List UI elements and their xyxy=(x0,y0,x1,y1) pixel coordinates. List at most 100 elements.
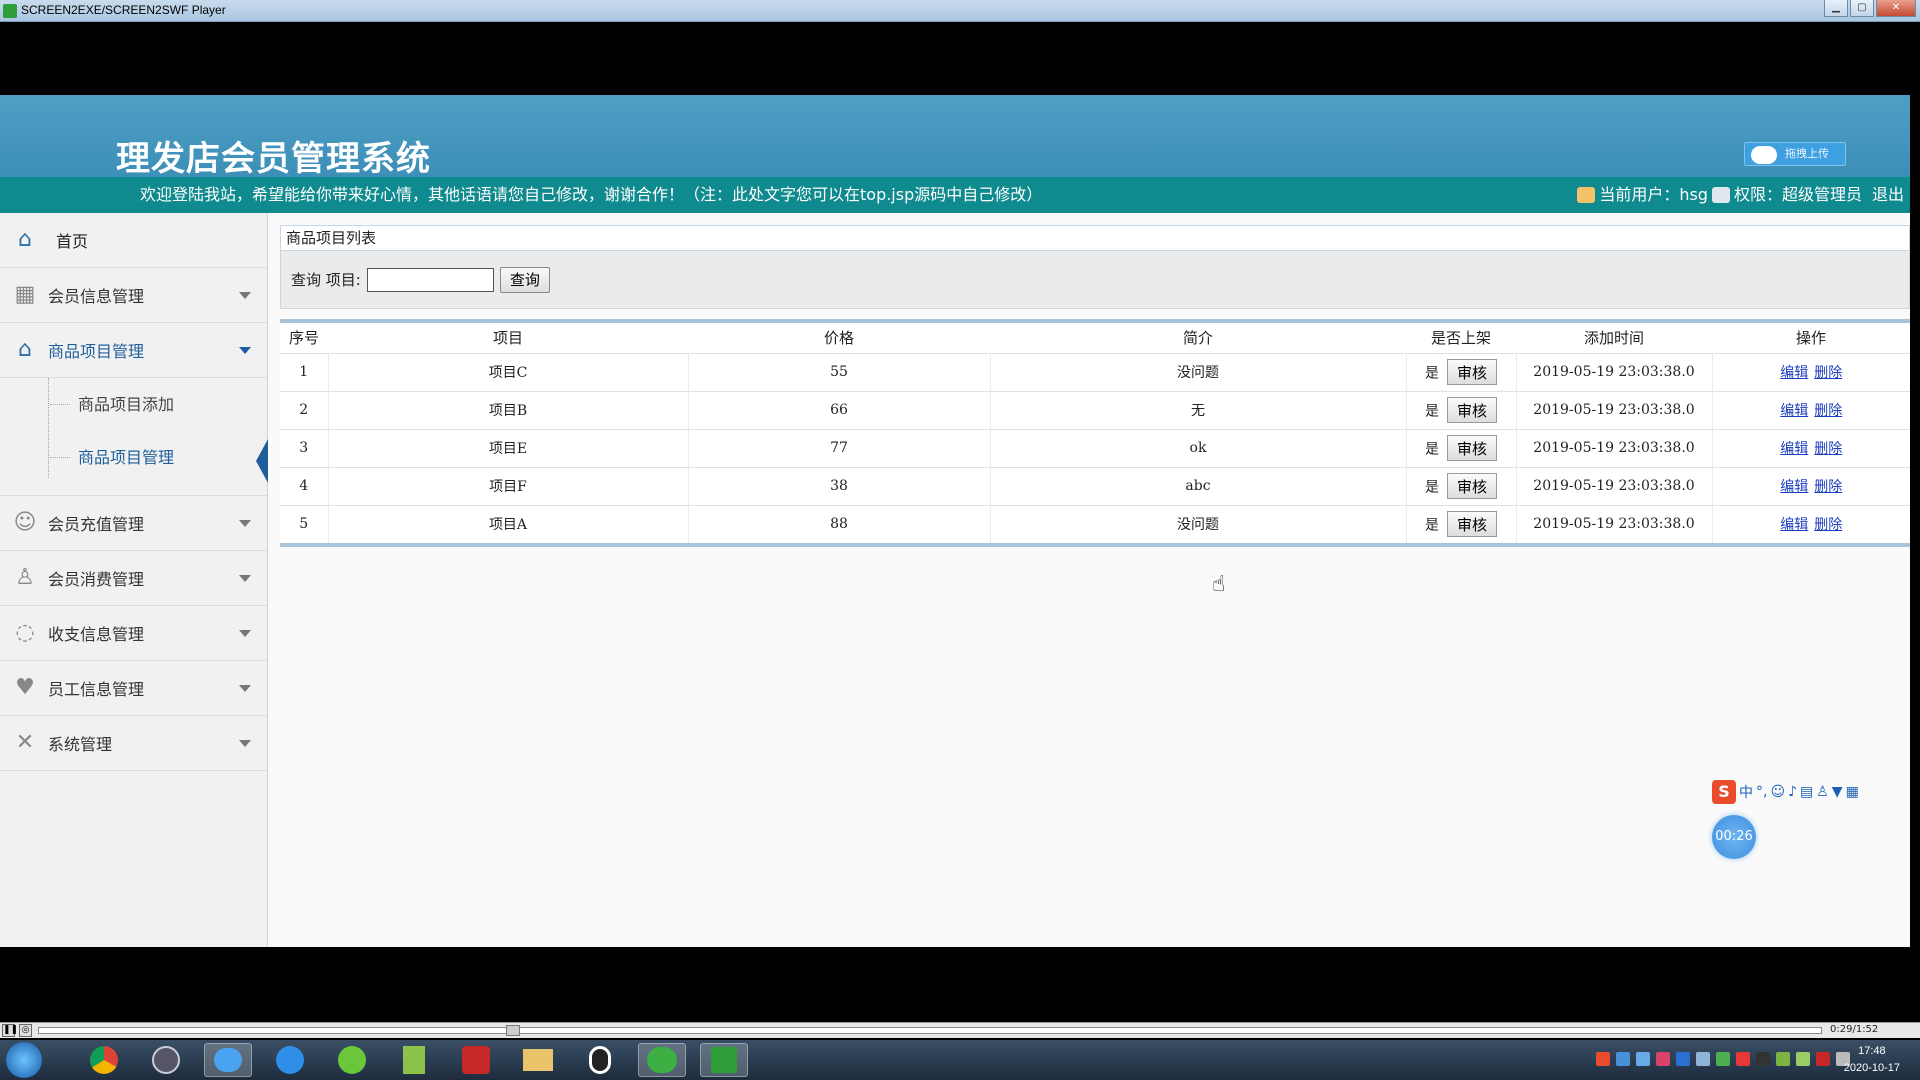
table-row: 5 项目A 88 没问题 是审核 2019-05-19 23:03:38.0 编… xyxy=(280,504,1910,543)
sogou-tray-icon[interactable] xyxy=(1596,1052,1610,1066)
hand-cursor-icon: ☝ xyxy=(1212,572,1226,597)
app-icon[interactable] xyxy=(328,1043,376,1077)
sidebar-item-finance[interactable]: ◌ 收支信息管理 xyxy=(0,606,267,661)
skin-icon[interactable]: ▼ xyxy=(1832,784,1843,800)
sidebar-item-recharge[interactable]: ☺ 会员充值管理 xyxy=(0,496,267,551)
column-header: 项目 xyxy=(328,323,688,353)
tray-icon[interactable] xyxy=(1696,1052,1710,1066)
taskbar-clock[interactable]: 17:48 2020-10-17 xyxy=(1844,1043,1900,1077)
close-button[interactable]: ✕ xyxy=(1876,0,1916,17)
folder-icon[interactable] xyxy=(514,1043,562,1077)
users-icon: ☺ xyxy=(13,510,37,535)
audit-button[interactable]: 审核 xyxy=(1447,359,1497,385)
cell-intro: 没问题 xyxy=(990,352,1407,391)
audit-button[interactable]: 审核 xyxy=(1447,511,1497,538)
table-header-row: 序号 项目 价格 简介 是否上架 添加时间 操作 xyxy=(280,323,1910,353)
cell-time: 2019-05-19 23:03:38.0 xyxy=(1516,466,1713,505)
audit-button[interactable]: 审核 xyxy=(1447,473,1497,499)
query-button[interactable]: 查询 xyxy=(499,266,550,293)
baidu-netdisk-icon[interactable] xyxy=(204,1043,252,1077)
delete-link[interactable]: 删除 xyxy=(1814,517,1842,533)
sidebar-item-staff[interactable]: ♥ 员工信息管理 xyxy=(0,661,267,716)
mic-icon[interactable]: ♪ xyxy=(1788,784,1797,800)
sidebar-subitem-manage-product[interactable]: 商品项目管理 xyxy=(0,431,268,484)
app-icon[interactable] xyxy=(142,1043,190,1077)
delete-link[interactable]: 删除 xyxy=(1814,403,1842,419)
clock-date: 2020-10-17 xyxy=(1843,1062,1900,1074)
browser-icon[interactable] xyxy=(266,1043,314,1077)
start-button[interactable] xyxy=(6,1042,42,1078)
tray-icon[interactable] xyxy=(1656,1052,1670,1066)
search-input[interactable] xyxy=(366,267,494,292)
audit-button[interactable]: 审核 xyxy=(1447,435,1497,461)
cell-price: 55 xyxy=(688,352,991,391)
sidebar-item-member-info[interactable]: ▦ 会员信息管理 xyxy=(0,268,267,323)
tray-icon[interactable] xyxy=(1736,1052,1750,1066)
keyboard-icon[interactable]: ▤ xyxy=(1800,784,1813,800)
player-app-icon[interactable] xyxy=(700,1043,748,1077)
flash-icon[interactable] xyxy=(452,1043,500,1077)
product-table-wrapper: 序号 项目 价格 简介 是否上架 添加时间 操作 1 项目C 55 没问题 是 … xyxy=(280,319,1910,547)
volume-icon[interactable] xyxy=(1816,1052,1830,1066)
sogou-logo-icon[interactable]: S xyxy=(1712,780,1736,804)
delete-link[interactable]: 删除 xyxy=(1814,441,1842,457)
punctuation-icon[interactable]: °, xyxy=(1756,784,1767,800)
cell-actions: 编辑 删除 xyxy=(1712,352,1910,391)
chart-app-icon[interactable] xyxy=(390,1043,438,1077)
edit-link[interactable]: 编辑 xyxy=(1780,441,1808,457)
home-icon: ⌂ xyxy=(18,227,32,252)
delete-link[interactable]: 删除 xyxy=(1814,479,1842,495)
shield-icon[interactable] xyxy=(1676,1052,1690,1066)
qq-icon[interactable] xyxy=(576,1043,624,1077)
pause-icon[interactable]: ❚❚ xyxy=(2,1024,18,1037)
sidebar-item-system[interactable]: ✕ 系统管理 xyxy=(0,716,267,771)
sidebar-item-product[interactable]: ⌂ 商品项目管理 xyxy=(0,323,267,378)
record-timer[interactable]: 00:26 xyxy=(1712,815,1756,859)
cell-actions: 编辑 删除 xyxy=(1712,466,1910,505)
menu-icon[interactable]: ▦ xyxy=(1846,784,1859,800)
tray-icon[interactable] xyxy=(1616,1052,1630,1066)
table-row: 1 项目C 55 没问题 是审核 2019-05-19 23:03:38.0 编… xyxy=(280,352,1910,391)
cell-no: 2 xyxy=(280,390,329,429)
site-title: 理发店会员管理系统 xyxy=(116,139,431,179)
maximize-button[interactable]: ▢ xyxy=(1850,0,1874,17)
listed-value: 是 xyxy=(1425,517,1439,534)
window-controls: ▁ ▢ ✕ xyxy=(1824,0,1916,17)
ime-mode[interactable]: 中 xyxy=(1739,782,1753,802)
current-user: 当前用户：hsg xyxy=(1599,185,1708,204)
search-label: 查询 项目: xyxy=(291,271,361,289)
network-icon[interactable] xyxy=(1796,1052,1810,1066)
banner: 理发店会员管理系统 拖拽上传 xyxy=(0,95,1910,179)
sidebar-item-home[interactable]: ⌂ 首页 xyxy=(0,213,267,268)
edit-link[interactable]: 编辑 xyxy=(1780,365,1808,381)
sidebar-subitem-add-product[interactable]: 商品项目添加 xyxy=(0,378,267,431)
sidebar-item-label: 系统管理 xyxy=(48,735,113,754)
permission-icon xyxy=(1711,187,1730,203)
chrome-icon[interactable] xyxy=(80,1043,128,1077)
cell-actions: 编辑 删除 xyxy=(1712,428,1910,467)
tray-icon[interactable] xyxy=(1776,1052,1790,1066)
wechat-tray-icon[interactable] xyxy=(1716,1052,1730,1066)
minimize-button[interactable]: ▁ xyxy=(1824,0,1848,17)
home-icon: ⌂ xyxy=(18,337,32,362)
edit-link[interactable]: 编辑 xyxy=(1780,479,1808,495)
drag-upload-button[interactable]: 拖拽上传 xyxy=(1744,142,1846,166)
emoji-icon[interactable]: ☺ xyxy=(1770,784,1785,800)
edit-link[interactable]: 编辑 xyxy=(1780,403,1808,419)
logout-link[interactable]: 退出 xyxy=(1872,177,1904,213)
qq-tray-icon[interactable] xyxy=(1756,1052,1770,1066)
seek-thumb[interactable] xyxy=(506,1025,520,1036)
subitem-label: 商品项目添加 xyxy=(78,395,175,414)
wechat-icon[interactable] xyxy=(638,1043,686,1077)
user-icon[interactable]: ♙ xyxy=(1816,784,1829,800)
audit-button[interactable]: 审核 xyxy=(1447,397,1497,423)
stop-icon[interactable]: ◎ xyxy=(19,1024,32,1037)
seek-bar[interactable] xyxy=(38,1027,1822,1034)
cell-listed: 是审核 xyxy=(1406,390,1517,429)
delete-link[interactable]: 删除 xyxy=(1814,365,1842,381)
tools-icon: ✕ xyxy=(15,730,35,755)
tray-icon[interactable] xyxy=(1636,1052,1650,1066)
cell-no: 4 xyxy=(280,466,329,505)
sidebar-item-consumption[interactable]: ♙ 会员消费管理 xyxy=(0,551,267,606)
edit-link[interactable]: 编辑 xyxy=(1780,517,1808,533)
